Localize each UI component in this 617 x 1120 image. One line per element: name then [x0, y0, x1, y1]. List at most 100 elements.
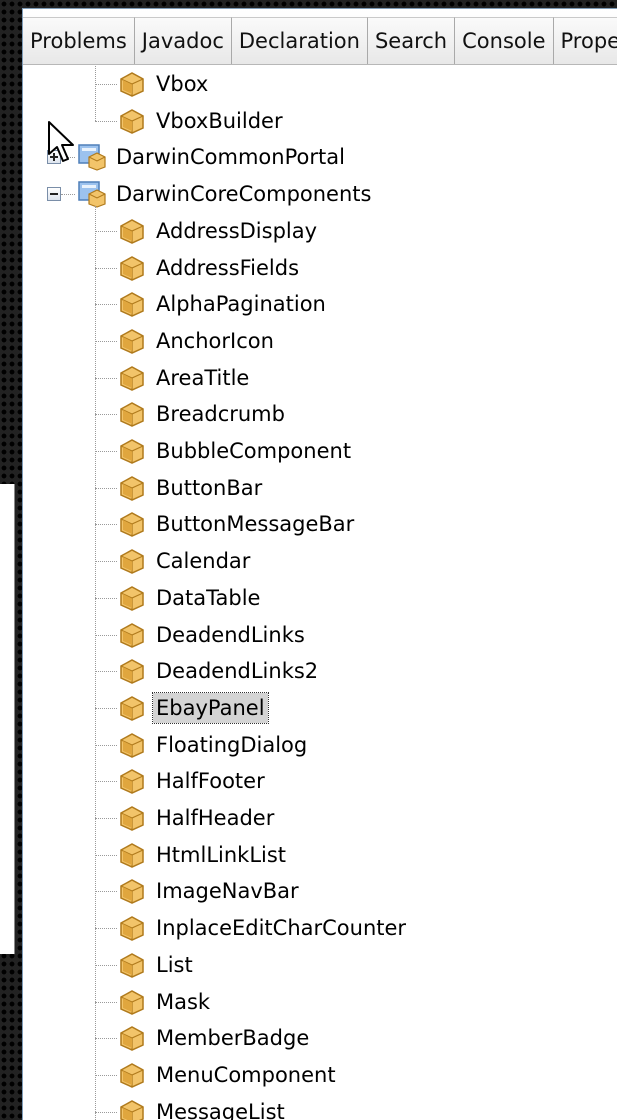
tree-item-project[interactable]: DarwinCommonPortal [77, 139, 348, 175]
tree-item-label: InplaceEditCharCounter [156, 916, 407, 941]
package-folder-icon [120, 585, 144, 611]
tree-item-label: ButtonMessageBar [156, 512, 355, 537]
tree-connector-line [95, 1038, 117, 1040]
package-folder-icon [120, 218, 144, 244]
tree-item-label: List [156, 952, 193, 977]
package-folder-icon [120, 329, 144, 354]
tree-item-package[interactable]: ImageNavBar [117, 873, 302, 909]
tree-item-package[interactable]: ButtonMessageBar [117, 506, 357, 542]
tree-item-package[interactable]: DeadendLinks2 [117, 653, 321, 689]
tree-connector-line [95, 304, 117, 306]
tree-item-package[interactable]: Breadcrumb [117, 396, 288, 432]
tree-connector-line [95, 597, 117, 599]
package-folder-icon [120, 1063, 144, 1088]
tree-item-package[interactable]: EbayPanel [117, 690, 269, 726]
tree-item-label: HtmlLinkList [156, 842, 287, 867]
project-folder-icon [78, 181, 106, 208]
tab-declaration[interactable]: Declaration [231, 17, 368, 64]
package-folder-icon [120, 842, 144, 868]
package-folder-icon [120, 1026, 144, 1052]
tree-item-package[interactable]: MenuComponent [117, 1057, 339, 1093]
package-folder-icon [120, 439, 144, 464]
tree-item-label: HalfHeader [156, 806, 275, 830]
package-folder-icon [120, 512, 144, 538]
tab-javadoc[interactable]: Javadoc [134, 17, 232, 64]
package-folder-icon [120, 108, 144, 134]
tab-problems[interactable]: Problems [23, 17, 135, 64]
tree-item-package[interactable]: HalfFooter [117, 763, 268, 799]
tree-item-label: ImageNavBar [156, 879, 299, 904]
package-folder-icon [120, 879, 144, 905]
tree-item-package[interactable]: InplaceEditCharCounter [117, 910, 409, 946]
tree-item-label: DeadendLinks2 [156, 659, 319, 684]
package-folder-icon [120, 72, 144, 97]
tree-connector-line [61, 194, 75, 196]
tree-connector-line [95, 1001, 117, 1003]
tree-item-label: Mask [156, 989, 211, 1014]
tree-item-package[interactable]: Mask [117, 984, 213, 1020]
tree-item-package[interactable]: List [117, 947, 196, 983]
tree-item-package[interactable]: AreaTitle [117, 360, 252, 396]
package-folder-icon [120, 475, 144, 501]
tree-item-label: MessageList [156, 1099, 285, 1120]
tree-connector-line [95, 964, 117, 966]
tree-item-package[interactable]: MessageList [117, 1094, 288, 1120]
collapse-toggle-icon[interactable] [47, 187, 61, 202]
tree-item-package[interactable]: AlphaPagination [117, 286, 329, 322]
tree-item-package[interactable]: ButtonBar [117, 470, 265, 506]
tree-item-label: ButtonBar [156, 475, 263, 500]
package-folder-icon [120, 255, 144, 281]
tree-item-package[interactable]: AddressDisplay [117, 213, 320, 249]
package-folder-icon [120, 806, 144, 831]
tree-item-label: HalfFooter [156, 769, 265, 794]
tree-item-label: Calendar [156, 549, 251, 574]
tree-item-package[interactable]: AddressFields [117, 250, 302, 286]
tree-connector-line [95, 671, 117, 673]
project-tree[interactable]: Vbox VboxBuilder DarwinCommonPortal DarwinC… [23, 66, 617, 1120]
tree-connector-line [95, 818, 117, 819]
tree-connector-line [95, 84, 117, 85]
tree-item-package[interactable]: FloatingDialog [117, 727, 310, 763]
package-folder-icon [120, 732, 144, 758]
package-folder-icon [120, 989, 144, 1015]
tree-item-label: AddressDisplay [156, 218, 318, 243]
tree-item-package[interactable]: AnchorIcon [117, 323, 277, 359]
tree-connector-line [95, 120, 117, 122]
tab-console[interactable]: Console [455, 17, 554, 64]
tree-item-package[interactable]: Calendar [117, 543, 253, 579]
view-tab-bar: Problems Javadoc Declaration Search Console P… [23, 9, 617, 65]
tree-item-label: DarwinCommonPortal [116, 145, 345, 170]
tree-item-package[interactable]: MemberBadge [117, 1020, 312, 1056]
tree-item-package[interactable]: HalfHeader [117, 800, 277, 836]
tree-item-package[interactable]: BubbleComponent [117, 433, 354, 469]
tree-item-label: VboxBuilder [156, 108, 283, 133]
tree-item-label: Vbox [156, 72, 209, 96]
tree-item-package[interactable]: VboxBuilder [117, 103, 286, 139]
tree-item-label: Breadcrumb [156, 402, 285, 427]
tab-search[interactable]: Search [367, 17, 456, 64]
package-folder-icon [120, 769, 144, 795]
tree-connector-line [95, 66, 96, 121]
tree-item-label: DeadendLinks [156, 622, 305, 647]
tree-item-package[interactable]: DataTable [117, 580, 263, 616]
tree-item-label: FloatingDialog [156, 732, 308, 757]
tree-item-label: AreaTitle [156, 365, 250, 390]
tree-item-project[interactable]: DarwinCoreComponents [77, 176, 374, 212]
background-window-edge [0, 484, 15, 954]
tree-item-package[interactable]: Vbox [117, 66, 211, 102]
tree-item-label: MenuComponent [156, 1062, 336, 1087]
tree-connector-line [95, 206, 96, 1120]
tree-connector-line [95, 524, 117, 526]
tree-item-label: MemberBadge [156, 1026, 310, 1051]
tree-connector-line [95, 414, 117, 416]
tree-item-package[interactable]: DeadendLinks [117, 617, 308, 653]
tree-connector-line [95, 487, 117, 489]
tree-item-label: AnchorIcon [156, 328, 274, 353]
package-folder-icon [120, 549, 144, 574]
package-folder-icon [120, 292, 144, 318]
tree-item-package[interactable]: HtmlLinkList [117, 837, 289, 873]
tree-connector-line [95, 928, 117, 930]
tree-item-label: EbayPanel [152, 691, 269, 724]
tree-connector-line [95, 340, 117, 342]
tab-prope[interactable]: Prope [553, 17, 617, 64]
